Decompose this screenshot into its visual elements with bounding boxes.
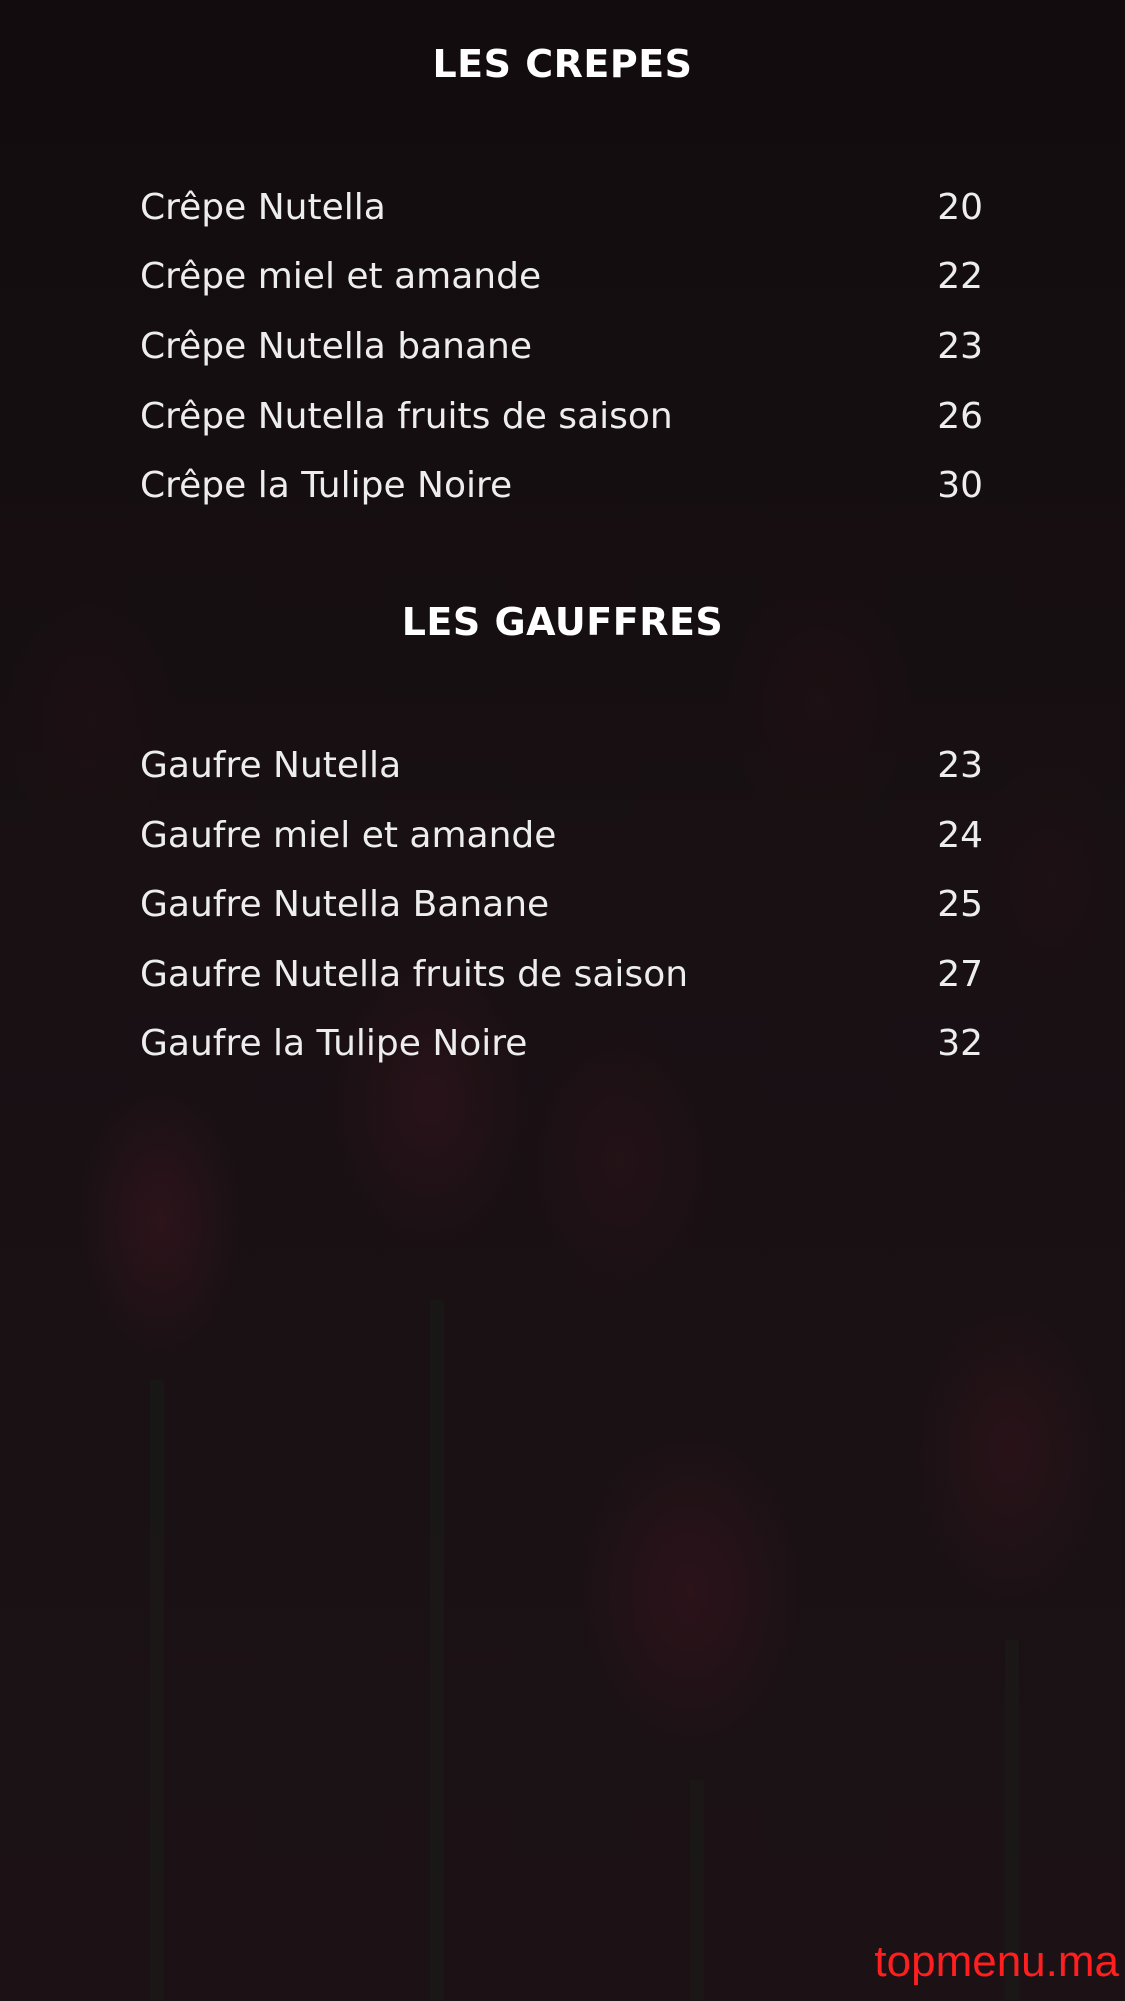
menu-item-name: Crêpe miel et amande [140,255,542,297]
menu-item-name: Gaufre Nutella fruits de saison [140,953,689,995]
menu-item: Crêpe Nutella 20 [140,182,983,232]
menu-item-name: Crêpe Nutella banane [140,325,533,367]
menu-item-name: Crêpe Nutella fruits de saison [140,395,673,437]
menu-item-name: Crêpe la Tulipe Noire [140,464,513,506]
menu-item: Gaufre Nutella Banane 25 [140,879,983,929]
menu-item: Gaufre miel et amande 24 [140,810,983,860]
menu-item-name: Gaufre miel et amande [140,814,557,856]
menu-item: Gaufre la Tulipe Noire 32 [140,1018,983,1068]
menu-item-name: Gaufre Nutella [140,744,402,786]
section-title-gauffres: LES GAUFFRES [401,600,724,644]
menu-item-price: 23 [937,325,983,367]
section-title-crepes: LES CREPES [432,42,693,86]
menu-item-price: 24 [937,814,983,856]
menu-item-name: Crêpe Nutella [140,186,386,228]
menu-item-name: Gaufre Nutella Banane [140,883,550,925]
menu-item: Gaufre Nutella fruits de saison 27 [140,949,983,999]
menu-item: Crêpe Nutella banane 23 [140,321,983,371]
menu-item-price: 20 [937,186,983,228]
menu-item-price: 30 [937,464,983,506]
menu-item-price: 26 [937,395,983,437]
watermark-text: topmenu.ma [874,1937,1119,1986]
menu-item-price: 25 [937,883,983,925]
menu-item: Crêpe Nutella fruits de saison 26 [140,391,983,441]
menu-item-price: 32 [937,1022,983,1064]
menu-item: Crêpe la Tulipe Noire 30 [140,460,983,510]
menu-sheet: LES CREPES Crêpe Nutella 20 Crêpe miel e… [0,0,1125,2001]
menu-item-name: Gaufre la Tulipe Noire [140,1022,528,1064]
menu-item-price: 27 [937,953,983,995]
menu-item: Gaufre Nutella 23 [140,740,983,790]
menu-item-price: 23 [937,744,983,786]
menu-item: Crêpe miel et amande 22 [140,251,983,301]
menu-item-price: 22 [937,255,983,297]
